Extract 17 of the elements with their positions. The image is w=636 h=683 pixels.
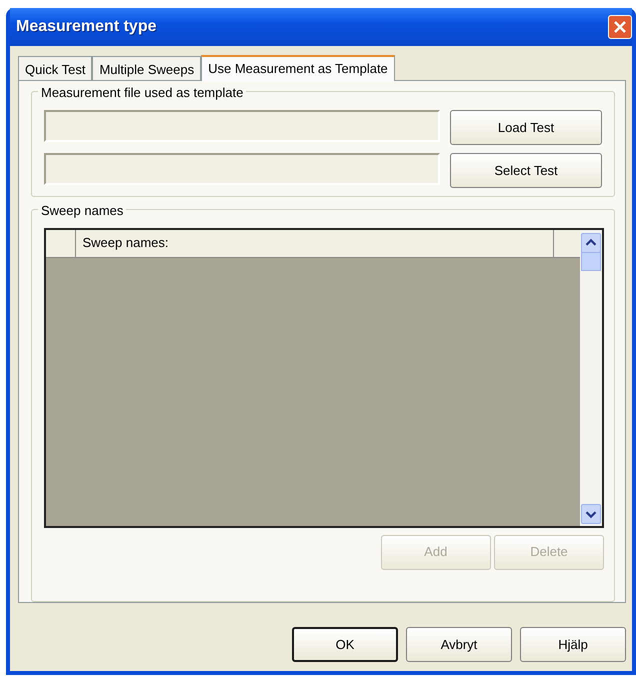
dialog-button[interactable]: Hjälp [520, 627, 626, 662]
dialog-button[interactable]: Avbryt [406, 627, 512, 662]
scroll-down-icon[interactable] [581, 504, 601, 524]
action-button[interactable]: Select Test [450, 153, 602, 188]
text-field[interactable] [44, 110, 440, 142]
text-field[interactable] [44, 153, 440, 185]
action-button[interactable]: Load Test [450, 110, 602, 145]
tab[interactable]: Use Measurement as Template [201, 55, 395, 81]
tab[interactable]: Quick Test [18, 56, 92, 80]
tab[interactable]: Multiple Sweeps [92, 56, 202, 80]
close-button[interactable] [608, 15, 632, 39]
window-title: Measurement type [16, 17, 156, 37]
column-header: Sweep names: [76, 230, 554, 257]
close-icon [613, 20, 627, 34]
scrollbar[interactable] [580, 230, 602, 526]
dialog-button[interactable]: OK [292, 627, 398, 662]
scroll-up-icon[interactable] [581, 232, 601, 253]
